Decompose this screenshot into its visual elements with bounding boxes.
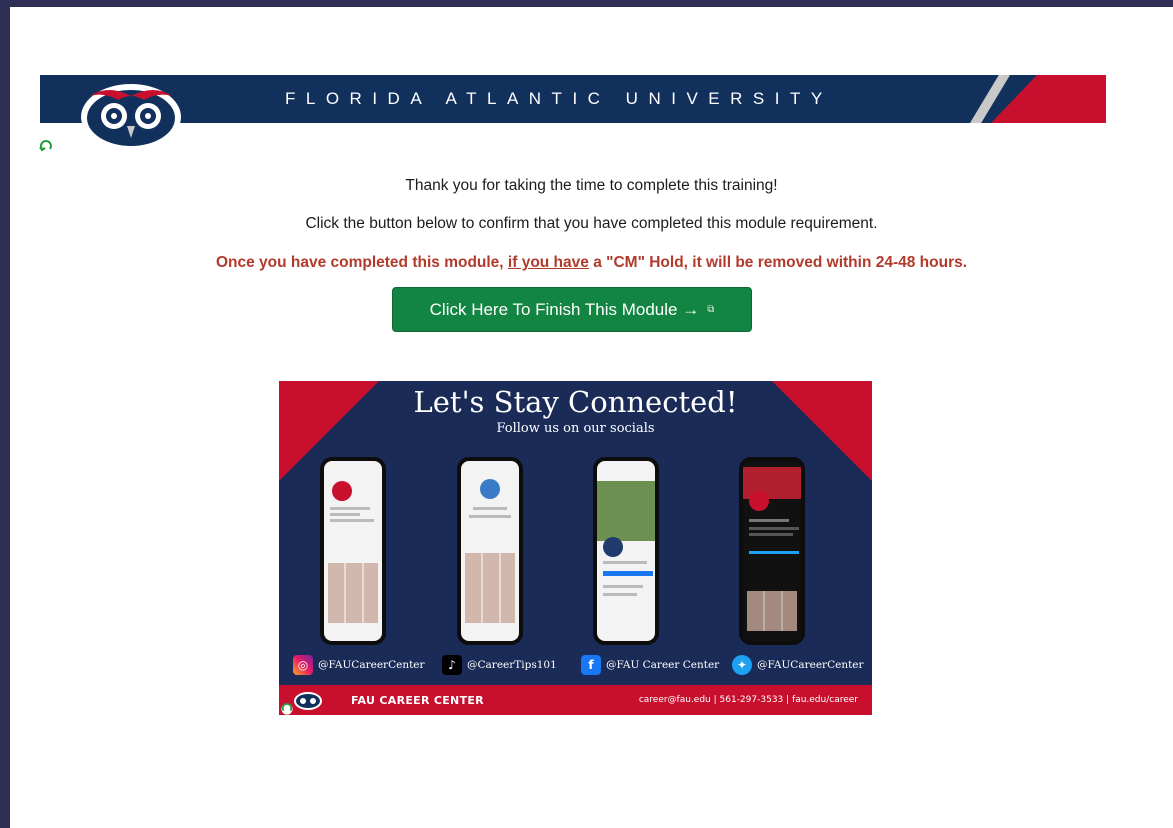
- hold-notice-prefix: Once you have completed this module,: [215, 254, 508, 271]
- finish-module-button[interactable]: Click Here To Finish This Module → ⧉: [392, 287, 752, 332]
- hold-notice-suffix: a "CM" Hold, it will be removed within 2…: [588, 254, 968, 271]
- hold-notice: Once you have completed this module, if …: [10, 254, 1173, 272]
- instruction-text: Click the button below to confirm that y…: [305, 215, 878, 232]
- external-link-icon: ⧉: [707, 304, 715, 315]
- fau-banner: FLORIDA ATLANTIC UNIVERSITY: [40, 75, 1106, 123]
- twitter-handle: ✦ @FAUCareerCenter: [732, 655, 864, 675]
- banner-red-stripe: [991, 75, 1106, 123]
- footer-contact: career@fau.edu | 561-297-3533 | fau.edu/…: [638, 695, 858, 705]
- social-media-graphic: Let's Stay Connected! Follow us on our s…: [279, 381, 872, 715]
- twitter-icon: ✦: [732, 655, 752, 675]
- instagram-handle-text: @FAUCareerCenter: [318, 659, 425, 671]
- graphic-footer: FAU CAREER CENTER career@fau.edu | 561-2…: [279, 685, 872, 715]
- banner-title: FLORIDA ATLANTIC UNIVERSITY: [285, 89, 833, 108]
- facebook-handle-text: @FAU Career Center: [606, 659, 720, 671]
- facebook-icon: f: [581, 655, 601, 675]
- instagram-handle: ◎ @FAUCareerCenter: [293, 655, 425, 675]
- page-content: FLORIDA ATLANTIC UNIVERSITY Thank you fo…: [10, 7, 1173, 828]
- hold-notice-link: if you have: [507, 254, 589, 271]
- instagram-icon: ◎: [293, 655, 313, 675]
- social-heading: Let's Stay Connected!: [413, 385, 738, 419]
- social-handles: ◎ @FAUCareerCenter ♪ @CareerTips101 f @F…: [279, 655, 872, 681]
- refresh-icon[interactable]: [39, 140, 53, 154]
- instagram-phone-mockup: [320, 457, 386, 645]
- refresh-icon-small[interactable]: [281, 703, 293, 715]
- thank-you-text: Thank you for taking the time to complet…: [405, 177, 778, 194]
- twitter-handle-text: @FAUCareerCenter: [757, 659, 864, 671]
- facebook-handle: f @FAU Career Center: [581, 655, 719, 675]
- owl-logo-icon: [81, 84, 181, 150]
- facebook-phone-mockup: [593, 457, 659, 645]
- tiktok-phone-mockup: [457, 457, 523, 645]
- tiktok-handle-text: @CareerTips101: [467, 659, 557, 671]
- social-subheading: Follow us on our socials: [496, 421, 655, 436]
- tiktok-icon: ♪: [442, 655, 462, 675]
- footer-owl-icon: [294, 692, 322, 710]
- twitter-phone-mockup: [739, 457, 805, 645]
- finish-module-button-label: Click Here To Finish This Module →: [429, 299, 700, 319]
- footer-name: FAU CAREER CENTER: [351, 694, 484, 707]
- tiktok-handle: ♪ @CareerTips101: [442, 655, 557, 675]
